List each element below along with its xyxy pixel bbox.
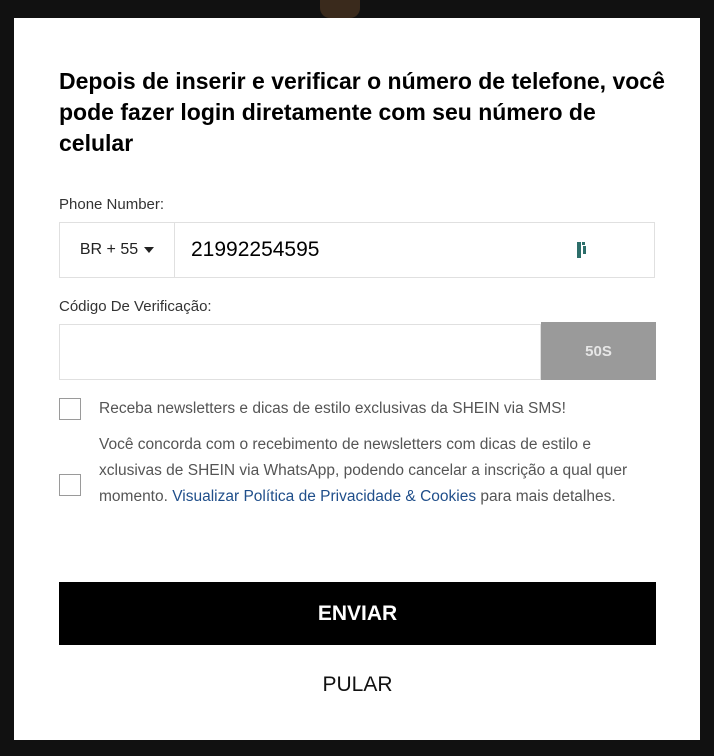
password-manager-icon[interactable] xyxy=(574,240,594,260)
phone-number-field: BR + 55 xyxy=(59,222,655,278)
resend-code-countdown-button[interactable]: 50S xyxy=(541,322,656,380)
chevron-down-icon xyxy=(144,247,155,253)
privacy-policy-link[interactable]: Visualizar Política de Privacidade & Coo… xyxy=(172,488,476,505)
whatsapp-consent-text-end: para mais detalhes. xyxy=(476,488,616,505)
sms-consent-text: Receba newsletters e dicas de estilo exc… xyxy=(99,400,566,417)
background-image-fragment xyxy=(320,0,360,18)
verification-code-label: Código De Verificação: xyxy=(59,298,212,315)
modal-title: Depois de inserir e verificar o número d… xyxy=(59,68,665,156)
sms-consent-row: Receba newsletters e dicas de estilo exc… xyxy=(59,396,566,422)
phone-number-input[interactable] xyxy=(175,223,574,277)
skip-button[interactable]: PULAR xyxy=(59,668,656,702)
whatsapp-consent-row: Você concorda com o recebimento de newsl… xyxy=(59,432,655,510)
verification-code-input[interactable] xyxy=(59,324,541,380)
submit-button[interactable]: ENVIAR xyxy=(59,582,656,645)
country-code-select[interactable]: BR + 55 xyxy=(60,223,175,277)
phone-number-label: Phone Number: xyxy=(59,196,165,213)
country-code-value: BR + 55 xyxy=(79,241,139,258)
sms-consent-checkbox[interactable] xyxy=(59,398,81,420)
whatsapp-consent-checkbox[interactable] xyxy=(59,474,81,496)
whatsapp-consent-text: Você concorda com o recebimento de newsl… xyxy=(99,432,655,510)
phone-verification-modal: Depois de inserir e verificar o número d… xyxy=(14,18,700,740)
